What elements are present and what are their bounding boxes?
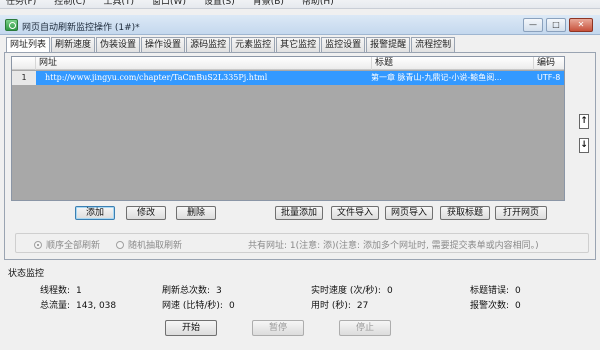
total-traffic-stat: 总流量: 143, 038 bbox=[40, 301, 117, 311]
tab-refresh-speed[interactable]: 刷新速度 bbox=[51, 37, 96, 52]
sequential-refresh-radio[interactable]: 顺序全部刷新 bbox=[34, 238, 100, 251]
menu-window[interactable]: 窗口(W) bbox=[152, 0, 186, 8]
col-url[interactable]: 网址 bbox=[36, 57, 372, 70]
random-refresh-radio[interactable]: 随机抽取刷新 bbox=[116, 238, 182, 251]
col-encoding[interactable]: 编码 bbox=[534, 57, 564, 70]
menu-settings[interactable]: 设置(S) bbox=[204, 0, 235, 8]
tab-monitor-settings[interactable]: 监控设置 bbox=[321, 37, 366, 52]
menu-control[interactable]: 控制(C) bbox=[54, 0, 85, 8]
status-section-title: 状态监控 bbox=[8, 269, 45, 279]
table-header: 网址 标题 编码 bbox=[12, 57, 564, 70]
close-button[interactable]: ✕ bbox=[569, 18, 593, 32]
menu-bar: 任务(F) 控制(C) 工具(T) 窗口(W) 设置(S) 背景(B) 帮助(H… bbox=[0, 0, 600, 9]
pause-button[interactable]: 暂停 bbox=[252, 320, 304, 336]
row-encoding: UTF-8 bbox=[537, 73, 561, 82]
tab-flow-control[interactable]: 流程控制 bbox=[411, 37, 456, 52]
radio-unchecked-icon bbox=[116, 241, 124, 249]
table-row[interactable]: 1 http://www.jingyu.com/chapter/TaCmBuS2… bbox=[12, 71, 564, 85]
tab-operation-settings[interactable]: 操作设置 bbox=[141, 37, 186, 52]
url-list-panel: 网址 标题 编码 1 http://www.jingyu.com/chapter… bbox=[4, 52, 596, 260]
row-title: 第一章 脉青山-九鼎记-小说-鲸鱼阅... bbox=[371, 73, 502, 82]
start-button[interactable]: 开始 bbox=[165, 320, 217, 336]
refresh-mode-group: 顺序全部刷新 随机抽取刷新 共有网址: 1(注意: 添)(注意: 添加多个网址时… bbox=[15, 233, 589, 253]
net-speed-stat: 网速 (比特/秒): 0 bbox=[162, 301, 235, 311]
stop-button[interactable]: 停止 bbox=[339, 320, 391, 336]
menu-tools[interactable]: 工具(T) bbox=[104, 0, 135, 8]
tab-element-monitor[interactable]: 元素监控 bbox=[231, 37, 276, 52]
maximize-button[interactable]: □ bbox=[546, 18, 566, 32]
row-url: http://www.jingyu.com/chapter/TaCmBuS2L3… bbox=[45, 73, 268, 82]
tab-other-monitor[interactable]: 其它监控 bbox=[276, 37, 321, 52]
tab-disguise-settings[interactable]: 伪装设置 bbox=[96, 37, 141, 52]
alarm-count-stat: 报警次数: 0 bbox=[470, 301, 521, 311]
open-page-button[interactable]: 打开网页 bbox=[495, 206, 547, 220]
menu-background[interactable]: 背景(B) bbox=[253, 0, 284, 8]
row-index: 1 bbox=[12, 71, 36, 85]
threads-stat: 线程数: 1 bbox=[40, 286, 82, 296]
get-title-button[interactable]: 获取标题 bbox=[440, 206, 490, 220]
radio-checked-icon bbox=[34, 241, 42, 249]
edit-button[interactable]: 修改 bbox=[126, 206, 166, 220]
menu-task[interactable]: 任务(F) bbox=[6, 0, 36, 8]
move-down-arrow-icon[interactable]: ↓ bbox=[579, 138, 589, 153]
realtime-speed-stat: 实时速度 (次/秒): 0 bbox=[311, 286, 393, 296]
minimize-button[interactable]: — bbox=[523, 18, 543, 32]
elapsed-stat: 用时 (秒): 27 bbox=[311, 301, 369, 311]
tab-alarm-reminder[interactable]: 报警提醒 bbox=[366, 37, 411, 52]
total-refresh-stat: 刷新总次数: 3 bbox=[162, 286, 222, 296]
move-up-arrow-icon[interactable]: ↑ bbox=[579, 114, 589, 129]
app-icon bbox=[5, 19, 18, 31]
col-title[interactable]: 标题 bbox=[372, 57, 534, 70]
url-count-hint: 共有网址: 1(注意: 添)(注意: 添加多个网址时, 需要提交表单或内容相同。… bbox=[248, 241, 539, 251]
web-import-button[interactable]: 网页导入 bbox=[385, 206, 433, 220]
tab-source-monitor[interactable]: 源码监控 bbox=[186, 37, 231, 52]
tab-url-list[interactable]: 网址列表 bbox=[6, 37, 51, 53]
col-index bbox=[12, 57, 36, 70]
window-title: 网页自动刷新监控操作 (1#)* bbox=[22, 23, 140, 33]
menu-help[interactable]: 帮助(H) bbox=[302, 0, 334, 8]
window-titlebar: 网页自动刷新监控操作 (1#)* — □ ✕ bbox=[0, 15, 600, 35]
tab-strip: 网址列表 刷新速度 伪装设置 操作设置 源码监控 元素监控 其它监控 监控设置 … bbox=[6, 37, 456, 53]
file-import-button[interactable]: 文件导入 bbox=[331, 206, 379, 220]
add-button[interactable]: 添加 bbox=[75, 206, 115, 220]
title-errors-stat: 标题错误: 0 bbox=[470, 286, 521, 296]
url-list-table[interactable]: 网址 标题 编码 1 http://www.jingyu.com/chapter… bbox=[11, 56, 565, 201]
delete-button[interactable]: 删除 bbox=[176, 206, 216, 220]
batch-add-button[interactable]: 批量添加 bbox=[275, 206, 323, 220]
